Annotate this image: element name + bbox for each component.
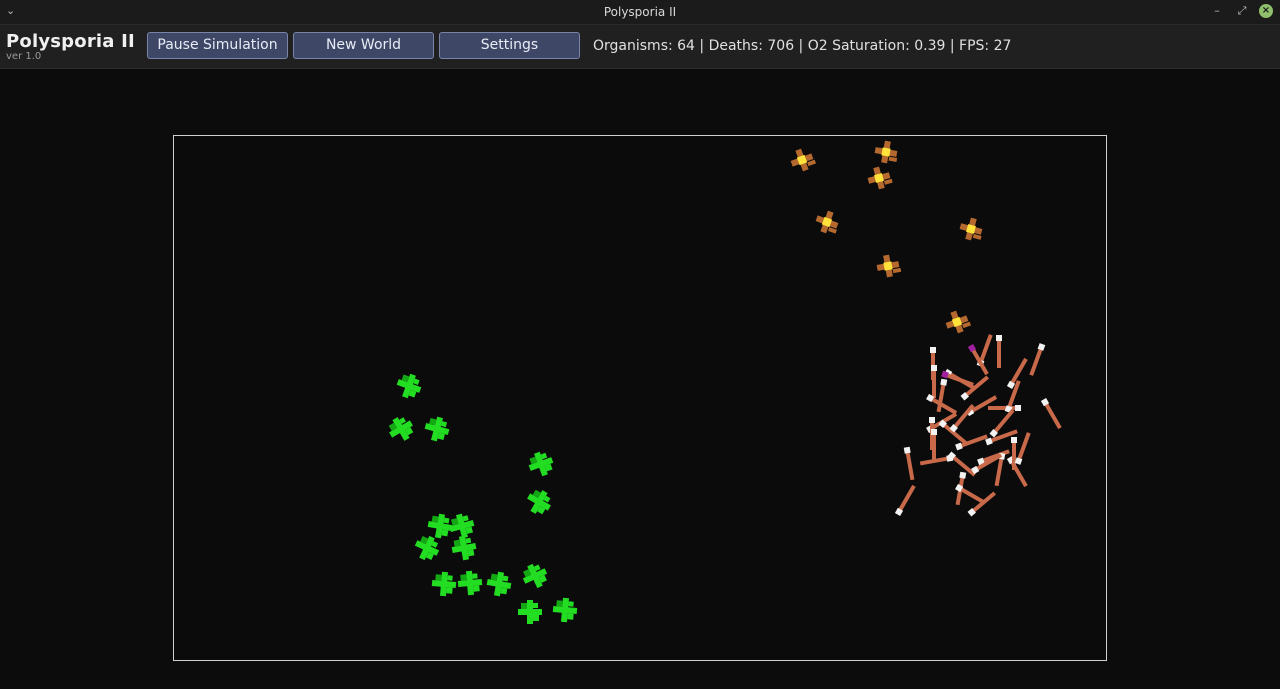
- predator-organism: [903, 446, 915, 481]
- maximize-icon[interactable]: ⤢: [1234, 3, 1250, 19]
- fungus-organism: [790, 148, 817, 172]
- predator-organism: [938, 419, 968, 445]
- plant-organism: [457, 570, 483, 596]
- fungus-organism: [945, 310, 972, 334]
- minimize-icon[interactable]: –: [1209, 3, 1225, 19]
- world-canvas: [388, 140, 1062, 624]
- plant-organism: [396, 373, 422, 399]
- new-world-button[interactable]: New World: [293, 32, 434, 59]
- predator-organism: [949, 403, 975, 433]
- predator-organism: [1029, 343, 1046, 376]
- predator-organism: [894, 484, 916, 516]
- plant-organism: [431, 571, 457, 597]
- predator-organism: [996, 335, 1002, 368]
- simulation-world[interactable]: [173, 135, 1107, 661]
- app-version: ver 1.0: [6, 51, 42, 62]
- plant-organism: [388, 417, 414, 441]
- predator-organism: [988, 405, 1021, 411]
- window-title: Polysporia II: [603, 5, 677, 19]
- plant-organism: [427, 513, 453, 539]
- simulation-stats: Organisms: 64 | Deaths: 706 | O2 Saturat…: [593, 38, 1012, 54]
- close-icon[interactable]: ×: [1259, 4, 1273, 18]
- fungus-organism: [876, 254, 902, 278]
- predator-organism: [1040, 398, 1062, 430]
- plant-organism: [486, 571, 512, 597]
- fungus-organism: [815, 210, 839, 234]
- fungus-organism: [867, 166, 893, 190]
- predator-organism: [931, 365, 937, 398]
- plant-organism: [528, 451, 554, 477]
- fungus-organism: [959, 217, 983, 241]
- plant-organism: [527, 489, 551, 515]
- plant-organism: [424, 416, 450, 442]
- predator-organism: [960, 375, 990, 401]
- app-name: Polysporia II: [6, 31, 135, 52]
- plant-organism: [552, 597, 578, 623]
- settings-button[interactable]: Settings: [439, 32, 580, 59]
- predator-organism: [1014, 432, 1031, 465]
- plant-organism: [522, 563, 548, 589]
- plant-organism: [451, 535, 477, 561]
- window-titlebar: ⌄ Polysporia II – ⤢ ×: [0, 0, 1280, 25]
- app-brand: Polysporia II ver 1.0: [6, 31, 135, 62]
- predator-organism: [977, 449, 1010, 466]
- pause-simulation-button[interactable]: Pause Simulation: [147, 32, 288, 59]
- fungus-organism: [874, 140, 898, 164]
- plant-organism: [518, 600, 542, 624]
- toolbar: Polysporia II ver 1.0 Pause Simulation N…: [0, 25, 1280, 69]
